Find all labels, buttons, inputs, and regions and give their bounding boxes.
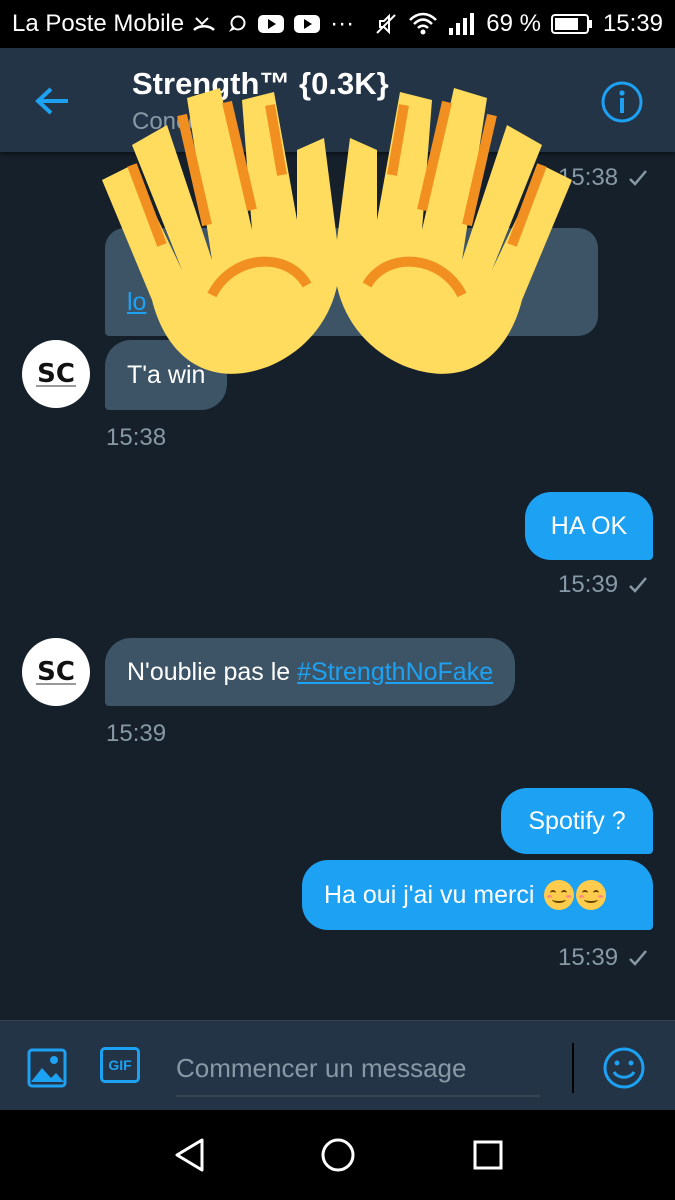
youtube-icon [258, 15, 285, 33]
conversation-title[interactable]: Strength™ {0.3K} [132, 66, 389, 102]
check-icon [629, 170, 648, 186]
message-text: N'oublie pas le [127, 657, 298, 686]
message-timestamp: 15:38 [106, 424, 166, 452]
system-icons: 69 % 15:39 [374, 10, 663, 38]
message-text: HA OK [550, 511, 628, 540]
timestamp-text: 15:38 [558, 164, 619, 191]
message-bubble-sent[interactable]: Ha oui j'ai vu merci [302, 860, 653, 930]
nav-back-button[interactable] [170, 1135, 210, 1175]
youtube-icon-2 [294, 15, 321, 33]
clock: 15:39 [602, 10, 663, 37]
sc-logo: SC [36, 657, 76, 687]
battery-percent: 69 % [486, 10, 541, 37]
nav-home-button[interactable] [318, 1135, 358, 1175]
message-timestamp: 15:38 [558, 164, 648, 192]
triangle-back-icon [175, 1138, 204, 1172]
sc-logo: SC [36, 359, 76, 389]
message-input[interactable] [176, 1041, 540, 1097]
timestamp-text: 15:39 [558, 944, 619, 971]
check-icon [629, 950, 648, 966]
avatar[interactable]: SC [22, 638, 90, 706]
smiling-face-emoji [576, 880, 607, 910]
nav-recents-button[interactable] [468, 1135, 508, 1175]
battery-icon [550, 14, 592, 34]
wifi-icon [409, 12, 438, 35]
message-link[interactable]: lo [127, 288, 146, 317]
message-list[interactable]: 15:38 lo SC T'a win 15:38 HA OK 15:39 SC… [0, 152, 675, 1020]
notification-icons: ··· [192, 10, 354, 38]
mute-icon [376, 13, 396, 35]
arrow-left-icon [35, 87, 68, 115]
message-timestamp: 15:39 [558, 944, 648, 972]
timestamp-text: 15:39 [558, 571, 619, 598]
carrier-name: La Poste Mobile [12, 10, 185, 37]
message-timestamp: 15:39 [106, 720, 166, 748]
image-icon [27, 1048, 67, 1088]
message-text: T'a win [127, 360, 206, 389]
smiling-face-emoji [544, 880, 575, 910]
circle-home-icon [321, 1138, 355, 1172]
message-timestamp: 15:39 [558, 571, 648, 599]
link-message-bubble[interactable]: lo [105, 228, 598, 336]
message-bubble-received[interactable]: N'oublie pas le #StrengthNoFake [105, 638, 516, 706]
timestamp-text: 15:38 [106, 424, 167, 451]
more-notifications: ··· [330, 10, 355, 37]
info-button[interactable] [600, 80, 644, 124]
back-button[interactable] [30, 78, 76, 124]
svg-text:SC: SC [37, 657, 75, 687]
gif-icon: GIF [100, 1047, 140, 1083]
android-nav-bar [0, 1110, 675, 1200]
conversation-subtitle: Concour [132, 108, 223, 135]
media-button[interactable] [24, 1045, 70, 1091]
message-bubble-sent[interactable]: Spotify ? [501, 788, 653, 854]
emoji-button[interactable] [602, 1046, 646, 1090]
message-bubble-received[interactable]: T'a win [105, 340, 228, 410]
status-bar: La Poste Mobile ··· 69 % 15:39 [0, 0, 675, 48]
timestamp-text: 15:39 [106, 720, 167, 747]
square-recents-icon [473, 1140, 503, 1170]
signal-icon [449, 13, 475, 35]
conversation-header: Strength™ {0.3K} Concour [0, 48, 675, 152]
missed-call-icon [193, 17, 215, 31]
message-text: Ha oui j'ai vu merci [324, 880, 535, 909]
gif-button[interactable]: GIF [100, 1047, 140, 1083]
info-icon [601, 81, 643, 123]
chat-bubble-icon [229, 15, 246, 32]
avatar[interactable]: SC [22, 340, 90, 408]
message-composer: GIF [0, 1020, 675, 1110]
hashtag-link[interactable]: #StrengthNoFake [297, 658, 493, 687]
svg-text:SC: SC [37, 359, 75, 389]
emoji-icon [603, 1047, 645, 1089]
check-icon [629, 577, 648, 593]
message-text: Spotify ? [528, 806, 626, 835]
message-bubble-sent[interactable]: HA OK [525, 492, 653, 560]
composer-divider [572, 1043, 574, 1093]
